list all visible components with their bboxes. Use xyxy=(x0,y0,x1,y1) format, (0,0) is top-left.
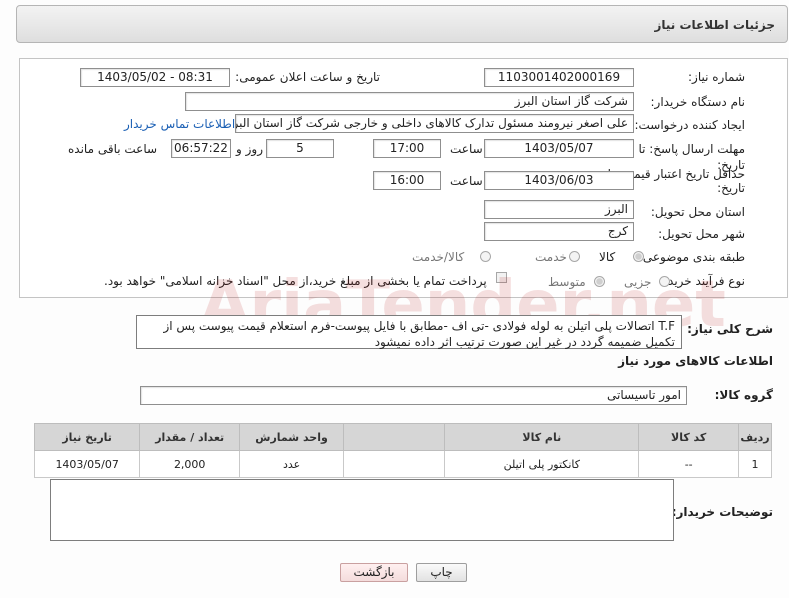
creator-label: ایجاد کننده درخواست: xyxy=(634,118,745,132)
validity-time-field: 16:00 xyxy=(373,171,441,190)
goods-table: تاریخ نیاز تعداد / مقدار واحد شمارش نام … xyxy=(33,423,773,478)
process-minor-radio[interactable] xyxy=(659,276,670,287)
days-field: 5 xyxy=(266,139,334,158)
print-button[interactable]: چاپ xyxy=(416,563,467,582)
table-row[interactable]: 1403/05/07 2,000 عدد کانکتور پلی اتیلن -… xyxy=(33,450,773,478)
days-label: روز و xyxy=(236,142,263,156)
announce-label: تاریخ و ساعت اعلان عمومی: xyxy=(235,70,380,84)
goods-table-header-row: تاریخ نیاز تعداد / مقدار واحد شمارش نام … xyxy=(33,423,773,451)
province-field: البرز xyxy=(484,200,634,219)
summary-label: شرح کلی نیاز: xyxy=(687,322,773,336)
header-goods-name: نام کالا xyxy=(444,423,640,451)
goods-section-title: اطلاعات کالاهای مورد نیاز xyxy=(618,354,773,368)
buyer-org-label: نام دستگاه خریدار: xyxy=(650,95,746,109)
creator-field: علی اصغر نیرومند مسئول تدارک کالاهای داخ… xyxy=(235,114,634,133)
page-header: جزئیات اطلاعات نیاز xyxy=(16,5,788,43)
category-mixed-label: کالا/خدمت xyxy=(412,250,465,264)
header-unit: واحد شمارش xyxy=(239,423,345,451)
cell-unit: عدد xyxy=(239,450,345,478)
deadline-date-field: 1403/05/07 xyxy=(484,139,634,158)
remaining-time-field: 06:57:22 xyxy=(171,139,231,158)
goods-group-label: گروه کالا: xyxy=(714,388,773,402)
page-title: جزئیات اطلاعات نیاز xyxy=(654,18,775,32)
process-label: نوع فرآیند خرید : xyxy=(660,274,745,288)
need-number-label: شماره نیاز: xyxy=(688,70,745,84)
buyer-org-field: شرکت گاز استان البرز xyxy=(185,92,634,111)
cell-need-date: 1403/05/07 xyxy=(33,450,141,478)
province-label: استان محل تحویل: xyxy=(650,205,745,219)
cell-goods-name: کانکتور پلی اتیلن xyxy=(444,450,640,478)
remaining-label: ساعت باقی مانده xyxy=(68,142,158,156)
header-goods-code: کد کالا xyxy=(638,423,739,451)
cell-row-number: 1 xyxy=(737,450,773,478)
validity-date-label: تاریخ: xyxy=(717,181,745,195)
header-row-number: ردیف xyxy=(737,423,773,451)
need-number-field: 1103001402000169 xyxy=(484,68,634,87)
deadline-time-field: 17:00 xyxy=(373,139,441,158)
validity-time-label: ساعت xyxy=(450,174,483,188)
category-service-label: خدمت xyxy=(535,250,567,264)
summary-textarea[interactable]: T.F اتصالات پلی اتیلن به لوله فولادی -تی… xyxy=(136,315,682,349)
category-goods-radio[interactable] xyxy=(633,251,644,262)
city-label: شهر محل تحویل: xyxy=(658,227,745,241)
validity-date-field: 1403/06/03 xyxy=(484,171,634,190)
announce-field: 1403/05/02 - 08:31 xyxy=(80,68,230,87)
deadline-label: مهلت ارسال پاسخ: تا xyxy=(638,142,745,156)
deadline-time-label: ساعت xyxy=(450,142,483,156)
category-label: طبقه بندی موضوعی: xyxy=(638,250,745,264)
goods-group-field: امور تاسیساتی xyxy=(140,386,687,405)
process-medium-label: متوسط xyxy=(548,275,586,289)
process-minor-label: جزیی xyxy=(624,275,652,289)
buyer-notes-textarea[interactable] xyxy=(50,479,674,541)
cell-goods-code: -- xyxy=(638,450,739,478)
treasury-payment-note: پرداخت تمام یا بخشی از مبلغ خرید،از محل … xyxy=(104,274,487,288)
buyer-contact-link[interactable]: اطلاعات تماس خریدار xyxy=(124,117,235,131)
cell-quantity: 2,000 xyxy=(139,450,241,478)
category-goods-label: کالا xyxy=(599,250,616,264)
cell-empty xyxy=(343,450,446,478)
category-mixed-radio[interactable] xyxy=(480,251,491,262)
city-field: کرج xyxy=(484,222,634,241)
back-button[interactable]: بازگشت xyxy=(340,563,408,582)
header-need-date: تاریخ نیاز xyxy=(33,423,141,451)
header-quantity: تعداد / مقدار xyxy=(139,423,241,451)
header-unit2 xyxy=(343,423,446,451)
buyer-notes-label: توضیحات خریدار: xyxy=(671,505,773,519)
category-service-radio[interactable] xyxy=(569,251,580,262)
process-medium-radio[interactable] xyxy=(594,276,605,287)
treasury-payment-checkbox[interactable] xyxy=(496,272,507,283)
